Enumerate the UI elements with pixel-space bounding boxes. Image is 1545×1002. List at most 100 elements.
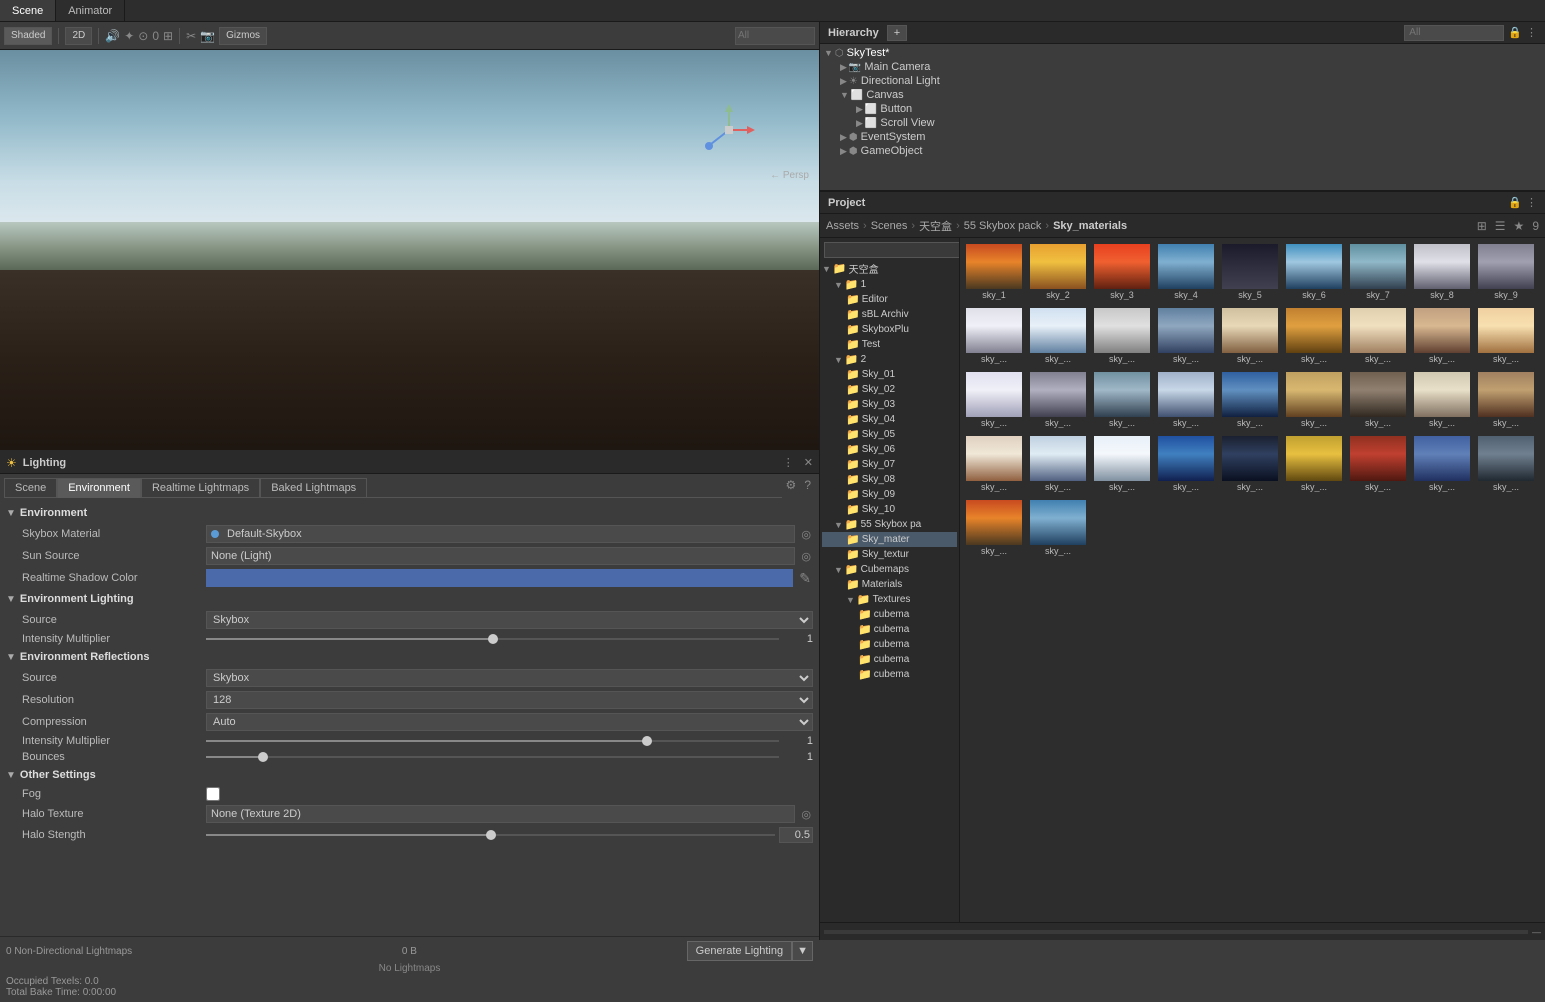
tree-cubema2[interactable]: 📁 cubema bbox=[822, 622, 957, 637]
skybox-folder-arrow[interactable]: ▼ bbox=[822, 264, 831, 274]
tree-cubema1[interactable]: 📁 cubema bbox=[822, 607, 957, 622]
sun-source-select-icon[interactable]: ◎ bbox=[799, 550, 813, 563]
lighting-close-icon[interactable]: ✕ bbox=[804, 456, 813, 469]
asset-item-33[interactable]: sky_... bbox=[1348, 434, 1408, 494]
refl-intensity-thumb[interactable] bbox=[642, 736, 652, 746]
tree-cubema5[interactable]: 📁 cubema bbox=[822, 667, 957, 682]
tree-sky04[interactable]: 📁 Sky_04 bbox=[822, 412, 957, 427]
skybox-material-input[interactable]: Default-Skybox bbox=[206, 525, 795, 543]
asset-item-6[interactable]: sky_7 bbox=[1348, 242, 1408, 302]
other-settings-section-header[interactable]: ▼ Other Settings bbox=[6, 766, 813, 784]
2d-button[interactable]: 2D bbox=[65, 27, 92, 45]
tree-cubemaps[interactable]: ▼ 📁 Cubemaps bbox=[822, 562, 957, 577]
main-camera-arrow[interactable]: ▶ bbox=[840, 62, 847, 73]
env-lighting-section-header[interactable]: ▼ Environment Lighting bbox=[6, 590, 813, 608]
asset-item-8[interactable]: sky_9 bbox=[1476, 242, 1536, 302]
intensity-thumb[interactable] bbox=[488, 634, 498, 644]
help-icon[interactable]: ? bbox=[800, 478, 815, 498]
list-view-icon[interactable]: ☰ bbox=[1495, 219, 1506, 233]
refl-intensity-track[interactable] bbox=[206, 740, 779, 742]
dir-light-arrow[interactable]: ▶ bbox=[840, 76, 847, 87]
asset-item-34[interactable]: sky_... bbox=[1412, 434, 1472, 494]
project-more-icon[interactable]: ⋮ bbox=[1526, 196, 1537, 209]
asset-item-27[interactable]: sky_... bbox=[964, 434, 1024, 494]
lighting-menu-icon[interactable]: ⋮ bbox=[783, 456, 794, 469]
shadow-color-picker-icon[interactable]: ✎ bbox=[797, 570, 813, 587]
halo-texture-input[interactable]: None (Texture 2D) bbox=[206, 805, 795, 823]
tree-folder-editor[interactable]: 📁 Editor bbox=[822, 292, 957, 307]
asset-item-36[interactable]: sky_... bbox=[964, 498, 1024, 558]
filter-icon[interactable]: 9 bbox=[1532, 219, 1539, 233]
tree-folder-2[interactable]: ▼ 📁 2 bbox=[822, 352, 957, 367]
env-lighting-source-select[interactable]: Skybox Gradient Color bbox=[206, 611, 813, 629]
asset-item-24[interactable]: sky_... bbox=[1348, 370, 1408, 430]
asset-item-26[interactable]: sky_... bbox=[1476, 370, 1536, 430]
hierarchy-search[interactable] bbox=[1404, 25, 1504, 41]
hierarchy-add-button[interactable]: + bbox=[887, 25, 907, 41]
asset-item-12[interactable]: sky_... bbox=[1156, 306, 1216, 366]
lighting-tab-realtime[interactable]: Realtime Lightmaps bbox=[141, 478, 260, 498]
halo-strength-thumb[interactable] bbox=[486, 830, 496, 840]
asset-item-32[interactable]: sky_... bbox=[1284, 434, 1344, 494]
asset-item-4[interactable]: sky_5 bbox=[1220, 242, 1280, 302]
tree-sky01[interactable]: 📁 Sky_01 bbox=[822, 367, 957, 382]
asset-item-23[interactable]: sky_... bbox=[1284, 370, 1344, 430]
breadcrumb-scenes[interactable]: Scenes bbox=[871, 220, 908, 232]
bounces-track[interactable] bbox=[206, 756, 779, 758]
tree-folder-test[interactable]: 📁 Test bbox=[822, 337, 957, 352]
tree-sky-textur[interactable]: 📁 Sky_textur bbox=[822, 547, 957, 562]
asset-item-35[interactable]: sky_... bbox=[1476, 434, 1536, 494]
asset-item-9[interactable]: sky_... bbox=[964, 306, 1024, 366]
compression-select[interactable]: Auto Compressed Uncompressed bbox=[206, 713, 813, 731]
asset-item-15[interactable]: sky_... bbox=[1348, 306, 1408, 366]
tree-folder-1[interactable]: ▼ 📁 1 bbox=[822, 277, 957, 292]
tree-item-directional-light[interactable]: ▶ ☀ Directional Light bbox=[824, 74, 1541, 88]
tree-cubema4[interactable]: 📁 cubema bbox=[822, 652, 957, 667]
asset-item-5[interactable]: sky_6 bbox=[1284, 242, 1344, 302]
tree-sky08[interactable]: 📁 Sky_08 bbox=[822, 472, 957, 487]
tree-sky05[interactable]: 📁 Sky_05 bbox=[822, 427, 957, 442]
generate-lighting-button[interactable]: Generate Lighting bbox=[687, 941, 792, 961]
tree-item-skytest[interactable]: ▼ ⬡ SkyTest* bbox=[824, 46, 1541, 60]
tree-sky07[interactable]: 📁 Sky_07 bbox=[822, 457, 957, 472]
tree-item-gameobject[interactable]: ▶ ⬢ GameObject bbox=[824, 144, 1541, 158]
search-filter[interactable] bbox=[735, 27, 815, 45]
bottom-scrollbar[interactable] bbox=[824, 930, 1528, 934]
gizmos-button[interactable]: Gizmos bbox=[219, 27, 267, 45]
intensity-track[interactable] bbox=[206, 638, 779, 640]
sun-source-input[interactable]: None (Light) bbox=[206, 547, 795, 565]
shaded-button[interactable]: Shaded bbox=[4, 27, 52, 45]
folder2-arrow[interactable]: ▼ bbox=[834, 355, 843, 365]
asset-item-2[interactable]: sky_3 bbox=[1092, 242, 1152, 302]
shadow-color-swatch[interactable] bbox=[206, 569, 793, 587]
asset-item-0[interactable]: sky_1 bbox=[964, 242, 1024, 302]
55skybox-arrow[interactable]: ▼ bbox=[834, 520, 843, 530]
textures-arrow[interactable]: ▼ bbox=[846, 595, 855, 605]
scene-tab[interactable]: Scene bbox=[0, 0, 56, 21]
generate-dropdown-button[interactable]: ▼ bbox=[792, 941, 813, 961]
asset-item-28[interactable]: sky_... bbox=[1028, 434, 1088, 494]
tree-folder-skybox[interactable]: ▼ 📁 天空盒 bbox=[822, 260, 957, 277]
tree-folder-skyboxplu[interactable]: 📁 SkyboxPlu bbox=[822, 322, 957, 337]
breadcrumb-55skybox[interactable]: 55 Skybox pack bbox=[964, 220, 1042, 232]
asset-item-10[interactable]: sky_... bbox=[1028, 306, 1088, 366]
skytest-arrow[interactable]: ▼ bbox=[824, 48, 833, 58]
eventsystem-arrow[interactable]: ▶ bbox=[840, 132, 847, 143]
breadcrumb-assets[interactable]: Assets bbox=[826, 220, 859, 232]
asset-item-19[interactable]: sky_... bbox=[1028, 370, 1088, 430]
button-arrow[interactable]: ▶ bbox=[856, 104, 863, 115]
asset-item-30[interactable]: sky_... bbox=[1156, 434, 1216, 494]
hierarchy-more-icon[interactable]: ⋮ bbox=[1526, 26, 1537, 39]
asset-item-37[interactable]: sky_... bbox=[1028, 498, 1088, 558]
tree-sky02[interactable]: 📁 Sky_02 bbox=[822, 382, 957, 397]
asset-item-7[interactable]: sky_8 bbox=[1412, 242, 1472, 302]
animator-tab[interactable]: Animator bbox=[56, 0, 125, 21]
scroll-view-arrow[interactable]: ▶ bbox=[856, 118, 863, 129]
tree-sky10[interactable]: 📁 Sky_10 bbox=[822, 502, 957, 517]
tree-sky09[interactable]: 📁 Sky_09 bbox=[822, 487, 957, 502]
tree-folder-55skybox[interactable]: ▼ 📁 55 Skybox pa bbox=[822, 517, 957, 532]
canvas-arrow[interactable]: ▼ bbox=[840, 90, 849, 100]
breadcrumb-skybox[interactable]: 天空盒 bbox=[919, 218, 952, 234]
asset-item-29[interactable]: sky_... bbox=[1092, 434, 1152, 494]
lighting-tab-baked[interactable]: Baked Lightmaps bbox=[260, 478, 367, 498]
